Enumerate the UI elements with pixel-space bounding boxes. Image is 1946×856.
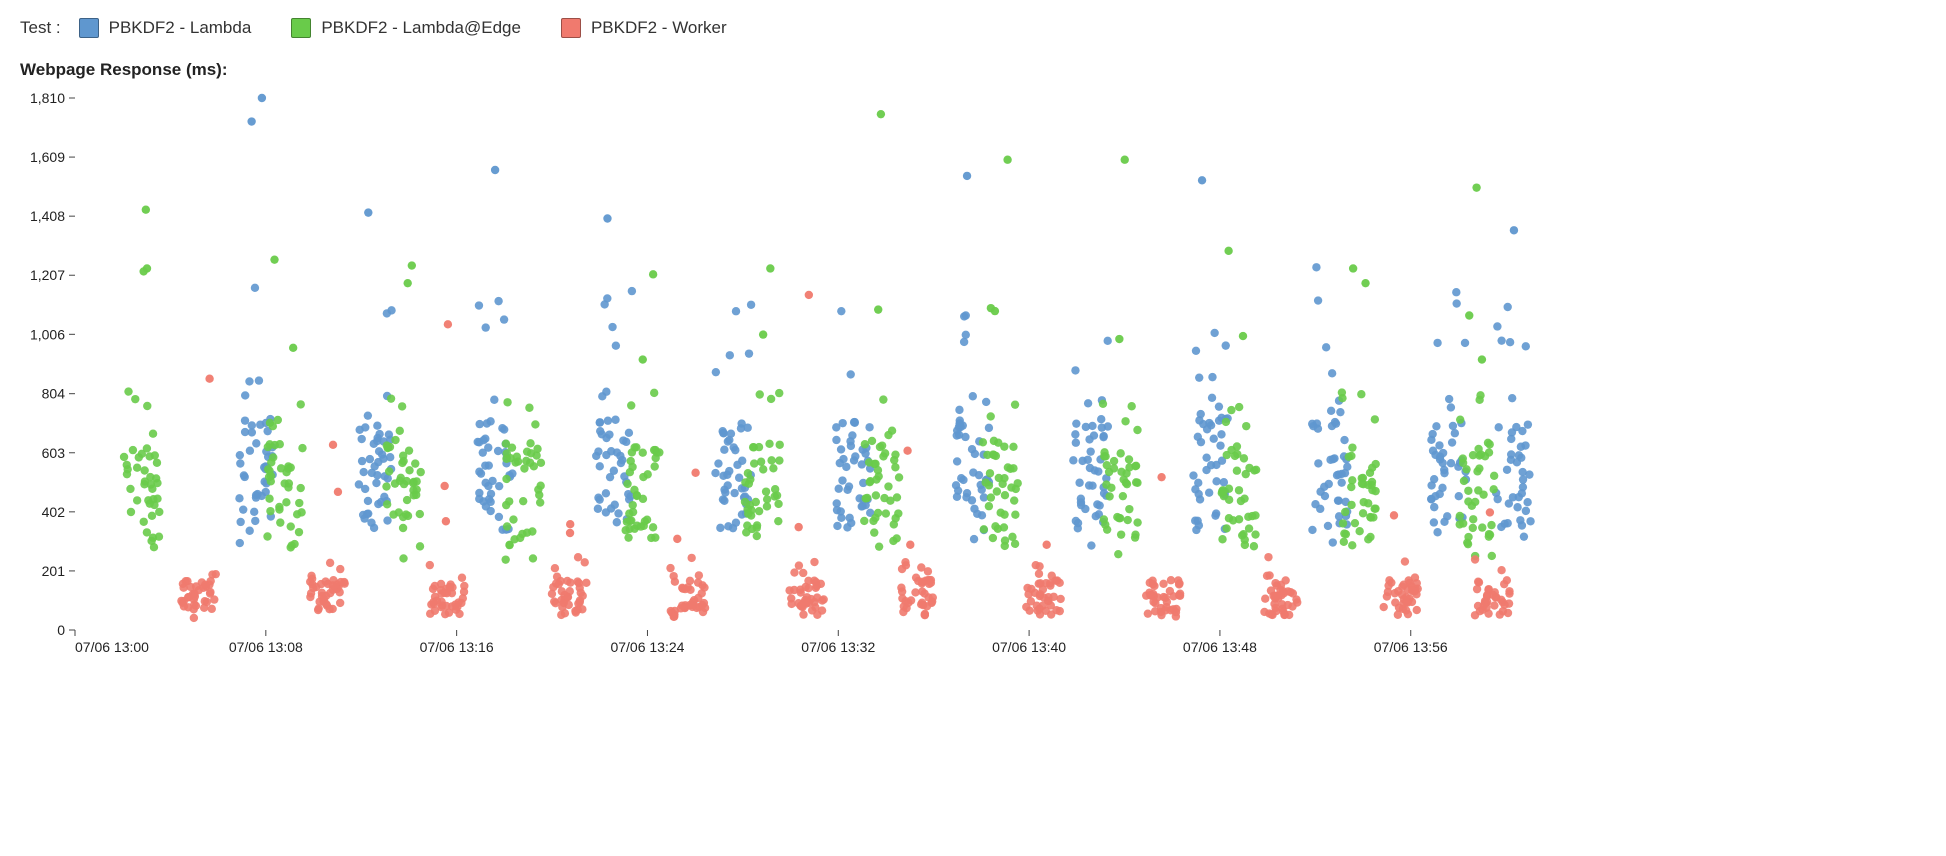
svg-text:07/06 13:40: 07/06 13:40 (992, 639, 1066, 655)
svg-text:804: 804 (42, 386, 66, 402)
legend-item-label: PBKDF2 - Lambda (109, 18, 252, 38)
svg-text:1,006: 1,006 (30, 326, 65, 342)
scatter-chart[interactable]: 0 201 402 603 804 1,006 1,207 1,408 1,609 1,810 07… (20, 90, 1540, 660)
svg-text:07/06 13:16: 07/06 13:16 (420, 639, 494, 655)
legend-item-lambda[interactable]: PBKDF2 - Lambda (79, 18, 252, 38)
svg-text:07/06 13:48: 07/06 13:48 (1183, 639, 1257, 655)
svg-text:1,408: 1,408 (30, 208, 65, 224)
svg-text:0: 0 (57, 622, 65, 638)
y-axis: 0 201 402 603 804 1,006 1,207 1,408 1,609 1,810 (30, 90, 75, 638)
legend-swatch-lambda (79, 18, 99, 38)
svg-text:07/06 13:56: 07/06 13:56 (1374, 639, 1448, 655)
legend-swatch-lambda-edge (291, 18, 311, 38)
svg-text:402: 402 (42, 504, 66, 520)
svg-text:1,207: 1,207 (30, 267, 65, 283)
legend-item-lambda-edge[interactable]: PBKDF2 - Lambda@Edge (291, 18, 521, 38)
svg-text:07/06 13:08: 07/06 13:08 (229, 639, 303, 655)
points (120, 94, 1535, 622)
chart-subtitle: Webpage Response (ms): (20, 60, 1936, 80)
legend-item-label: PBKDF2 - Lambda@Edge (321, 18, 521, 38)
legend-item-label: PBKDF2 - Worker (591, 18, 727, 38)
legend: Test : PBKDF2 - Lambda PBKDF2 - Lambda@E… (20, 18, 1936, 38)
svg-text:201: 201 (42, 563, 66, 579)
svg-text:1,810: 1,810 (30, 90, 65, 106)
x-axis: 07/06 13:00 07/06 13:08 07/06 13:16 07/06 1… (75, 630, 1448, 655)
svg-text:1,609: 1,609 (30, 149, 65, 165)
svg-text:07/06 13:32: 07/06 13:32 (801, 639, 875, 655)
svg-text:07/06 13:00: 07/06 13:00 (75, 639, 149, 655)
legend-item-worker[interactable]: PBKDF2 - Worker (561, 18, 727, 38)
svg-text:603: 603 (42, 445, 66, 461)
svg-text:07/06 13:24: 07/06 13:24 (610, 639, 684, 655)
legend-swatch-worker (561, 18, 581, 38)
legend-prefix: Test : (20, 18, 61, 38)
